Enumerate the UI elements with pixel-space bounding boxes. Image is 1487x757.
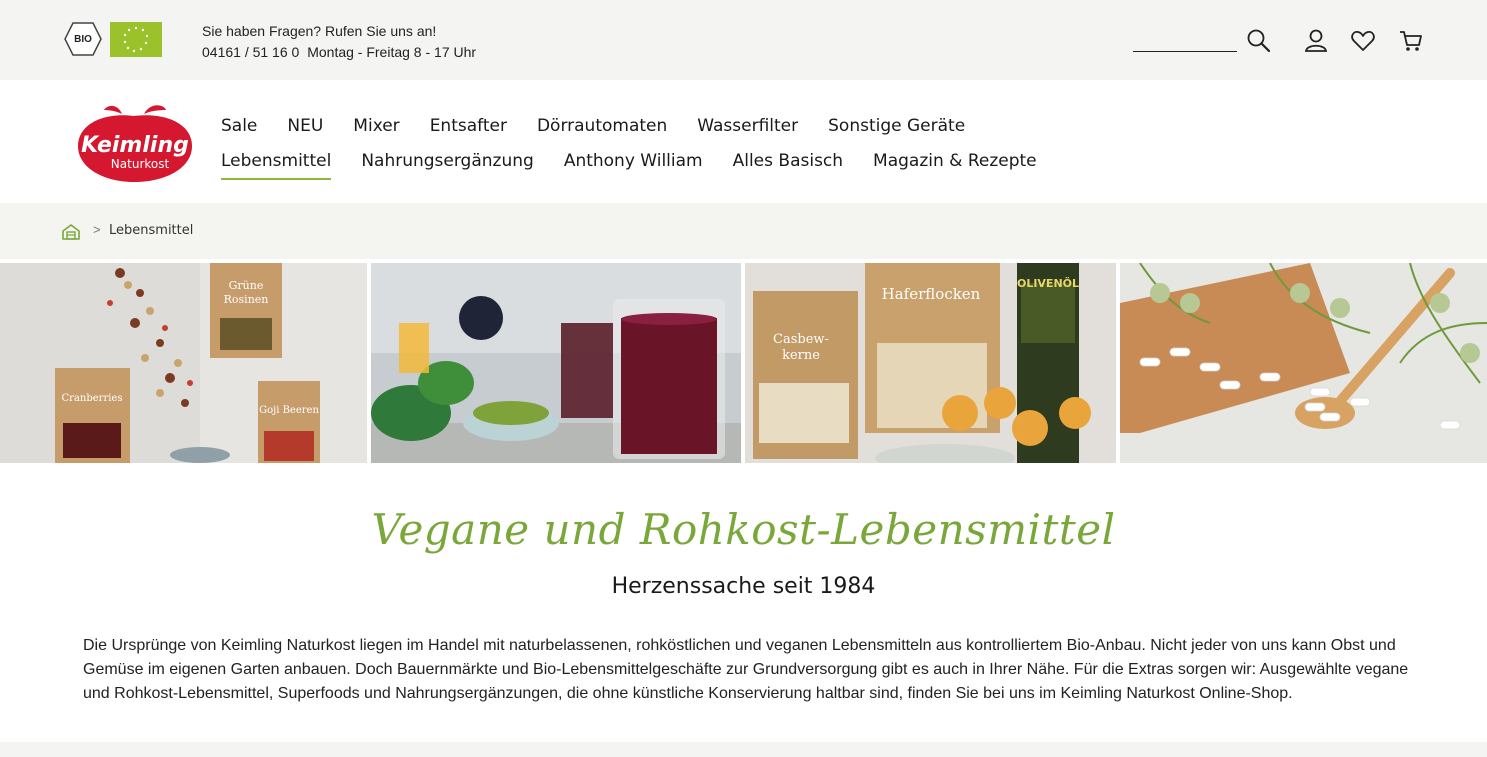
keimling-logo[interactable]: Keimling Naturkost xyxy=(74,102,196,184)
svg-text:kerne: kerne xyxy=(782,348,820,363)
svg-text:BIO: BIO xyxy=(74,34,92,45)
cart-icon[interactable] xyxy=(1398,28,1424,54)
nav-item-mixer[interactable]: Mixer xyxy=(353,116,399,142)
contact-phone[interactable]: 04161 / 51 16 0 xyxy=(202,44,299,60)
nav-item-magazin-rezepte[interactable]: Magazin & Rezepte xyxy=(873,151,1037,177)
nav-item-sonstige-geraete[interactable]: Sonstige Geräte xyxy=(828,116,965,142)
hero-image-supplements[interactable] xyxy=(1120,263,1487,463)
svg-text:Haferflocken: Haferflocken xyxy=(882,285,981,303)
nav-item-nahrungsergaenzung[interactable]: Nahrungsergänzung xyxy=(361,151,534,177)
nav-item-entsafter[interactable]: Entsafter xyxy=(430,116,507,142)
contact-info: Sie haben Fragen? Rufen Sie uns an! 0416… xyxy=(202,21,480,63)
user-icon[interactable] xyxy=(1303,28,1329,54)
svg-text:Keimling: Keimling xyxy=(81,133,189,158)
search-input[interactable] xyxy=(1133,30,1237,52)
hero-image-pantry-products[interactable]: Casbew- kerne Haferflocken OLIVENÖL xyxy=(745,263,1116,463)
nav-item-anthony-william[interactable]: Anthony William xyxy=(564,151,703,177)
svg-text:Cranberries: Cranberries xyxy=(62,393,123,404)
section-divider xyxy=(0,742,1487,757)
svg-text:Grüne: Grüne xyxy=(229,279,264,292)
eu-organic-leaf-icon xyxy=(110,22,162,57)
nav-item-alles-basisch[interactable]: Alles Basisch xyxy=(733,151,843,177)
home-icon[interactable] xyxy=(62,223,80,241)
hero-image-smoothie[interactable] xyxy=(371,263,741,463)
nav-item-lebensmittel[interactable]: Lebensmittel xyxy=(221,151,332,180)
heart-icon[interactable] xyxy=(1350,28,1376,54)
svg-text:OLIVENÖL: OLIVENÖL xyxy=(1017,276,1079,290)
bio-badge-icon: BIO xyxy=(64,22,102,56)
search-icon[interactable] xyxy=(1246,28,1272,54)
main-header: Keimling Naturkost Sale NEU Mixer Entsaf… xyxy=(0,80,1487,203)
page-title: Vegane und Rohkost-Lebensmittel xyxy=(371,505,1116,554)
contact-hours: Montag - Freitag 8 - 17 Uhr xyxy=(307,44,477,60)
hero-image-dried-fruits[interactable]: Grüne Rosinen Cranberries Goji Beeren xyxy=(0,263,367,463)
svg-text:Rosinen: Rosinen xyxy=(224,293,269,306)
nav-row-secondary: Lebensmittel Nahrungsergänzung Anthony W… xyxy=(221,151,1067,180)
breadcrumb-separator: > xyxy=(93,222,101,237)
svg-text:Casbew-: Casbew- xyxy=(773,332,829,347)
top-bar: BIO Sie haben Fragen? Rufen Sie uns an! … xyxy=(0,0,1487,80)
svg-text:Naturkost: Naturkost xyxy=(111,157,170,171)
contact-question: Sie haben Fragen? Rufen Sie uns an! xyxy=(202,23,437,39)
breadcrumb: > Lebensmittel xyxy=(0,203,1487,259)
nav-item-wasserfilter[interactable]: Wasserfilter xyxy=(697,116,798,142)
svg-text:Goji Beeren: Goji Beeren xyxy=(259,405,319,416)
intro-paragraph: Die Ursprünge von Keimling Naturkost lie… xyxy=(83,637,1409,702)
breadcrumb-current: Lebensmittel xyxy=(109,223,194,238)
page-subtitle: Herzenssache seit 1984 xyxy=(611,574,876,599)
nav-row-primary: Sale NEU Mixer Entsafter Dörrautomaten W… xyxy=(221,116,995,142)
nav-item-doerrautomaten[interactable]: Dörrautomaten xyxy=(537,116,667,142)
nav-item-sale[interactable]: Sale xyxy=(221,116,257,142)
nav-item-neu[interactable]: NEU xyxy=(287,116,323,142)
